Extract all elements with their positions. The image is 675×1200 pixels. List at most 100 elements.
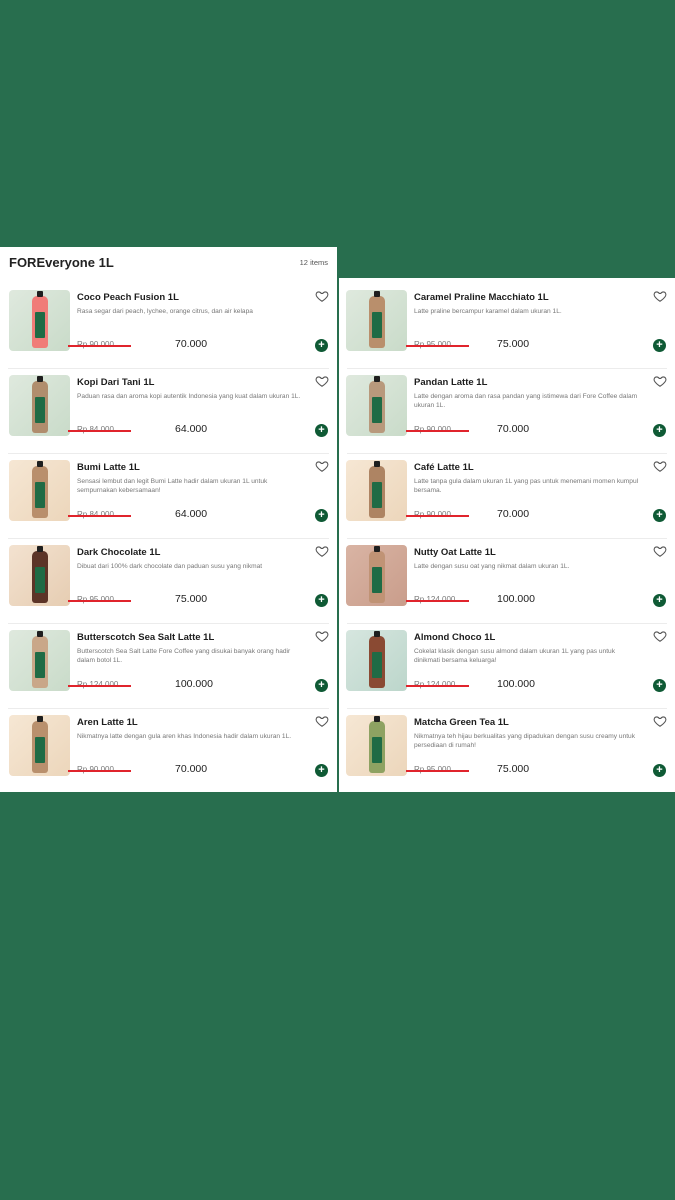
product-description: Latte tanpa gula dalam ukuran 1L yang pa…	[414, 478, 639, 494]
heart-outline-icon[interactable]	[653, 544, 667, 558]
product-image	[346, 460, 407, 521]
product-image	[9, 290, 70, 351]
product-image	[9, 460, 70, 521]
product-name: Caramel Praline Macchiato 1L	[414, 292, 549, 303]
add-to-cart-button[interactable]: +	[315, 509, 328, 522]
heart-outline-icon[interactable]	[315, 629, 329, 643]
add-to-cart-button[interactable]: +	[653, 764, 666, 777]
add-to-cart-button[interactable]: +	[315, 594, 328, 607]
sale-price: 100.000	[497, 593, 535, 605]
product-description: Latte praline bercampur karamel dalam uk…	[414, 308, 562, 315]
strikethrough	[68, 685, 131, 687]
divider	[347, 623, 667, 624]
product-name: Dark Chocolate 1L	[77, 547, 161, 558]
product-description: Nikmatnya teh hijau berkualitas yang dip…	[414, 733, 636, 749]
sale-price: 75.000	[497, 338, 530, 350]
heart-outline-icon[interactable]	[315, 374, 329, 388]
product-description: Paduan rasa dan aroma kopi autentik Indo…	[77, 393, 301, 400]
strikethrough	[68, 430, 131, 432]
divider	[8, 623, 329, 624]
product-description: Butterscotch Sea Salt Latte Fore Coffee …	[77, 648, 291, 664]
product-item[interactable]: Dark Chocolate 1L Dibuat dari 100% dark …	[0, 538, 337, 623]
sale-price: 70.000	[497, 423, 530, 435]
product-image	[346, 375, 407, 436]
heart-outline-icon[interactable]	[653, 459, 667, 473]
sale-price: 64.000	[175, 508, 208, 520]
sale-price: 100.000	[497, 678, 535, 690]
strikethrough	[406, 770, 469, 772]
product-name: Nutty Oat Latte 1L	[414, 547, 496, 558]
product-item[interactable]: Kopi Dari Tani 1L Paduan rasa dan aroma …	[0, 368, 337, 453]
product-name: Kopi Dari Tani 1L	[77, 377, 155, 388]
product-name: Pandan Latte 1L	[414, 377, 488, 388]
add-to-cart-button[interactable]: +	[653, 339, 666, 352]
strikethrough	[406, 345, 469, 347]
product-image	[9, 375, 70, 436]
add-to-cart-button[interactable]: +	[653, 679, 666, 692]
heart-outline-icon[interactable]	[315, 459, 329, 473]
add-to-cart-button[interactable]: +	[653, 594, 666, 607]
product-description: Sensasi lembut dan legit Bumi Latte hadi…	[77, 478, 268, 494]
add-to-cart-button[interactable]: +	[315, 339, 328, 352]
divider	[347, 453, 667, 454]
product-image	[9, 715, 70, 776]
heart-outline-icon[interactable]	[315, 289, 329, 303]
product-item[interactable]: Bumi Latte 1L Sensasi lembut dan legit B…	[0, 453, 337, 538]
heart-outline-icon[interactable]	[653, 714, 667, 728]
product-description: Latte dengan susu oat yang nikmat dalam …	[414, 563, 570, 570]
strikethrough	[406, 515, 469, 517]
divider	[8, 708, 329, 709]
divider	[8, 368, 329, 369]
divider	[8, 453, 329, 454]
heart-outline-icon[interactable]	[315, 544, 329, 558]
divider	[8, 538, 329, 539]
product-description: Latte dengan aroma dan rasa pandan yang …	[414, 393, 638, 409]
category-title: FOREveryone 1L	[9, 255, 114, 270]
heart-outline-icon[interactable]	[315, 714, 329, 728]
heart-outline-icon[interactable]	[653, 629, 667, 643]
strikethrough	[68, 515, 131, 517]
product-description: Rasa segar dari peach, lychee, orange ci…	[77, 308, 253, 315]
add-to-cart-button[interactable]: +	[315, 679, 328, 692]
product-item[interactable]: Café Latte 1L Latte tanpa gula dalam uku…	[339, 453, 675, 538]
product-image	[346, 290, 407, 351]
product-item[interactable]: Nutty Oat Latte 1L Latte dengan susu oat…	[339, 538, 675, 623]
product-name: Butterscotch Sea Salt Latte 1L	[77, 632, 215, 643]
item-count: 12 items	[299, 258, 328, 267]
product-item[interactable]: Butterscotch Sea Salt Latte 1L Buttersco…	[0, 623, 337, 708]
add-to-cart-button[interactable]: +	[315, 764, 328, 777]
add-to-cart-button[interactable]: +	[315, 424, 328, 437]
strikethrough	[68, 345, 131, 347]
sale-price: 70.000	[497, 508, 530, 520]
strikethrough	[68, 600, 131, 602]
product-description: Dibuat dari 100% dark chocolate dan padu…	[77, 563, 263, 570]
product-item[interactable]: Caramel Praline Macchiato 1L Latte prali…	[339, 283, 675, 368]
product-description: Cokelat klasik dengan susu almond dalam …	[414, 648, 615, 664]
product-name: Café Latte 1L	[414, 462, 474, 473]
add-to-cart-button[interactable]: +	[653, 509, 666, 522]
heart-outline-icon[interactable]	[653, 374, 667, 388]
category-header: FOREveryone 1L 12 items	[0, 247, 337, 283]
product-item[interactable]: Matcha Green Tea 1L Nikmatnya teh hijau …	[339, 708, 675, 793]
heart-outline-icon[interactable]	[653, 289, 667, 303]
menu-panel-right: Caramel Praline Macchiato 1L Latte prali…	[339, 278, 675, 792]
product-image	[346, 545, 407, 606]
divider	[347, 708, 667, 709]
product-name: Matcha Green Tea 1L	[414, 717, 509, 728]
product-description: Nikmatnya latte dengan gula aren khas In…	[77, 733, 292, 740]
add-to-cart-button[interactable]: +	[653, 424, 666, 437]
sale-price: 70.000	[175, 763, 208, 775]
sale-price: 100.000	[175, 678, 213, 690]
menu-panel-left: FOREveryone 1L 12 items Coco Peach Fusio…	[0, 247, 337, 792]
product-name: Coco Peach Fusion 1L	[77, 292, 179, 303]
sale-price: 75.000	[497, 763, 530, 775]
strikethrough	[68, 770, 131, 772]
product-item[interactable]: Almond Choco 1L Cokelat klasik dengan su…	[339, 623, 675, 708]
strikethrough	[406, 600, 469, 602]
product-image	[346, 715, 407, 776]
product-item[interactable]: Pandan Latte 1L Latte dengan aroma dan r…	[339, 368, 675, 453]
sale-price: 70.000	[175, 338, 208, 350]
product-item[interactable]: Coco Peach Fusion 1L Rasa segar dari pea…	[0, 283, 337, 368]
product-image	[346, 630, 407, 691]
product-item[interactable]: Aren Latte 1L Nikmatnya latte dengan gul…	[0, 708, 337, 793]
